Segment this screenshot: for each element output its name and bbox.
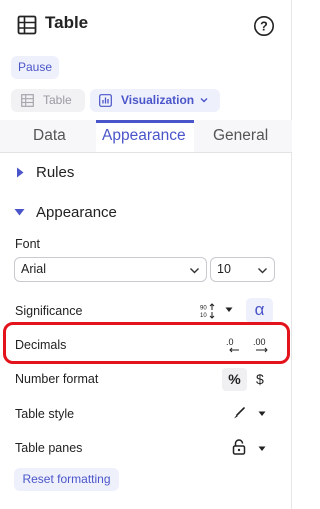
percent-format-button[interactable]: % (222, 368, 247, 391)
tab-data[interactable]: Data (33, 127, 66, 145)
svg-text:10: 10 (200, 313, 207, 319)
visualization-dropdown[interactable]: Visualization (90, 89, 220, 112)
table-icon (17, 15, 37, 35)
bar-chart-icon (99, 94, 112, 107)
visualization-label: Visualization (121, 93, 195, 107)
currency-format-button[interactable]: $ (256, 371, 264, 387)
brush-icon[interactable] (232, 406, 246, 420)
panel-header: Table ? (0, 0, 292, 50)
rules-section-label: Rules (36, 164, 75, 181)
caret-down-icon[interactable] (258, 446, 266, 452)
caret-down-icon[interactable] (258, 411, 266, 417)
tab-appearance[interactable]: Appearance (102, 127, 186, 145)
table-style-label: Table style (15, 407, 75, 421)
chevron-down-icon (258, 268, 267, 274)
alpha-button[interactable]: α (246, 298, 273, 323)
table-view-label: Table (43, 93, 72, 107)
reset-formatting-button[interactable]: Reset formatting (14, 468, 119, 491)
chevron-down-icon (190, 268, 199, 274)
caret-down-icon[interactable] (225, 307, 233, 313)
appearance-section-header[interactable]: Appearance (0, 198, 292, 228)
rules-section-header[interactable]: Rules (0, 158, 292, 188)
active-tab-indicator (96, 120, 194, 123)
significance-arrows-icon[interactable]: 90 10 (199, 303, 217, 319)
font-size-select[interactable]: 10 (210, 257, 275, 282)
appearance-section-label: Appearance (36, 204, 117, 221)
font-label: Font (15, 237, 41, 251)
pause-button[interactable]: Pause (11, 56, 60, 79)
number-format-row: Number format (0, 362, 292, 396)
table-panes-row: Table panes (0, 431, 292, 465)
font-family-select[interactable]: Arial (14, 257, 207, 282)
caret-down-icon (14, 209, 25, 216)
help-circle-icon[interactable]: ? (253, 15, 275, 37)
tab-general[interactable]: General (213, 127, 268, 145)
properties-panel: Table ? Pause Table Visualization Data A… (0, 0, 292, 509)
caret-right-icon (17, 167, 24, 178)
table-icon (21, 94, 34, 107)
font-size-value: 10 (217, 262, 231, 276)
chevron-down-icon (200, 98, 208, 103)
table-style-row: Table style (0, 397, 292, 431)
decimals-highlight-box (3, 322, 290, 364)
svg-text:90: 90 (200, 306, 207, 312)
tab-divider (0, 152, 292, 153)
font-family-value: Arial (21, 262, 47, 276)
lock-icon[interactable] (232, 439, 246, 455)
number-format-label: Number format (15, 372, 99, 386)
significance-label: Significance (15, 304, 83, 318)
svg-text:?: ? (260, 20, 268, 34)
table-panes-label: Table panes (15, 441, 83, 455)
table-view-button[interactable]: Table (11, 89, 85, 112)
panel-title: Table (45, 13, 89, 32)
